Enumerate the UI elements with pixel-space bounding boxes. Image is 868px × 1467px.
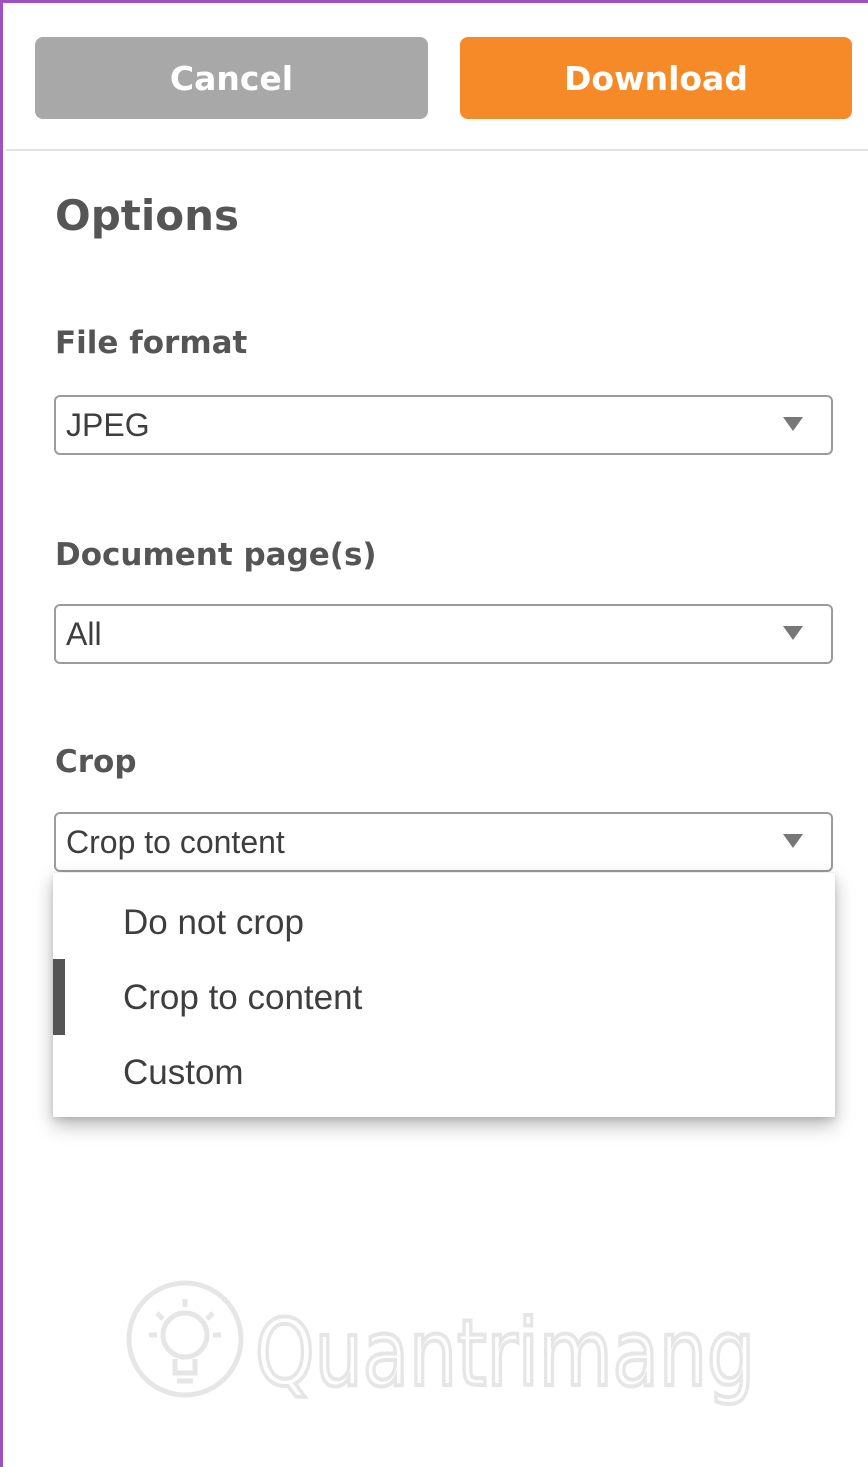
cancel-button[interactable]: Cancel (35, 37, 428, 119)
crop-option-do-not-crop[interactable]: Do not crop (123, 903, 304, 943)
crop-select[interactable]: Crop to content (54, 812, 833, 872)
download-button[interactable]: Download (460, 37, 852, 119)
panel-title: Options (55, 191, 239, 240)
document-pages-value: All (66, 615, 102, 652)
crop-option-custom[interactable]: Custom (123, 1053, 244, 1093)
crop-option-crop-to-content[interactable]: Crop to content (123, 978, 362, 1018)
crop-value: Crop to content (66, 823, 285, 860)
file-format-label: File format (55, 325, 248, 361)
file-format-value: JPEG (66, 406, 150, 443)
document-pages-select[interactable]: All (54, 604, 833, 664)
lightbulb-icon (126, 1280, 244, 1398)
triangle-down-icon (783, 626, 803, 640)
crop-dropdown-menu: Do not crop Crop to content Custom (53, 873, 835, 1117)
crop-label: Crop (55, 744, 137, 780)
selected-option-indicator (53, 959, 65, 1035)
document-pages-label: Document page(s) (55, 537, 377, 573)
watermark-text: Quantrimang (255, 1300, 755, 1407)
triangle-down-icon (783, 417, 803, 431)
file-format-select[interactable]: JPEG (54, 395, 833, 455)
options-panel: Cancel Download Options File format JPEG… (0, 0, 868, 1467)
triangle-down-icon (783, 834, 803, 848)
toolbar-divider (6, 149, 868, 151)
watermark-logo: Quantrimang (126, 1280, 757, 1409)
